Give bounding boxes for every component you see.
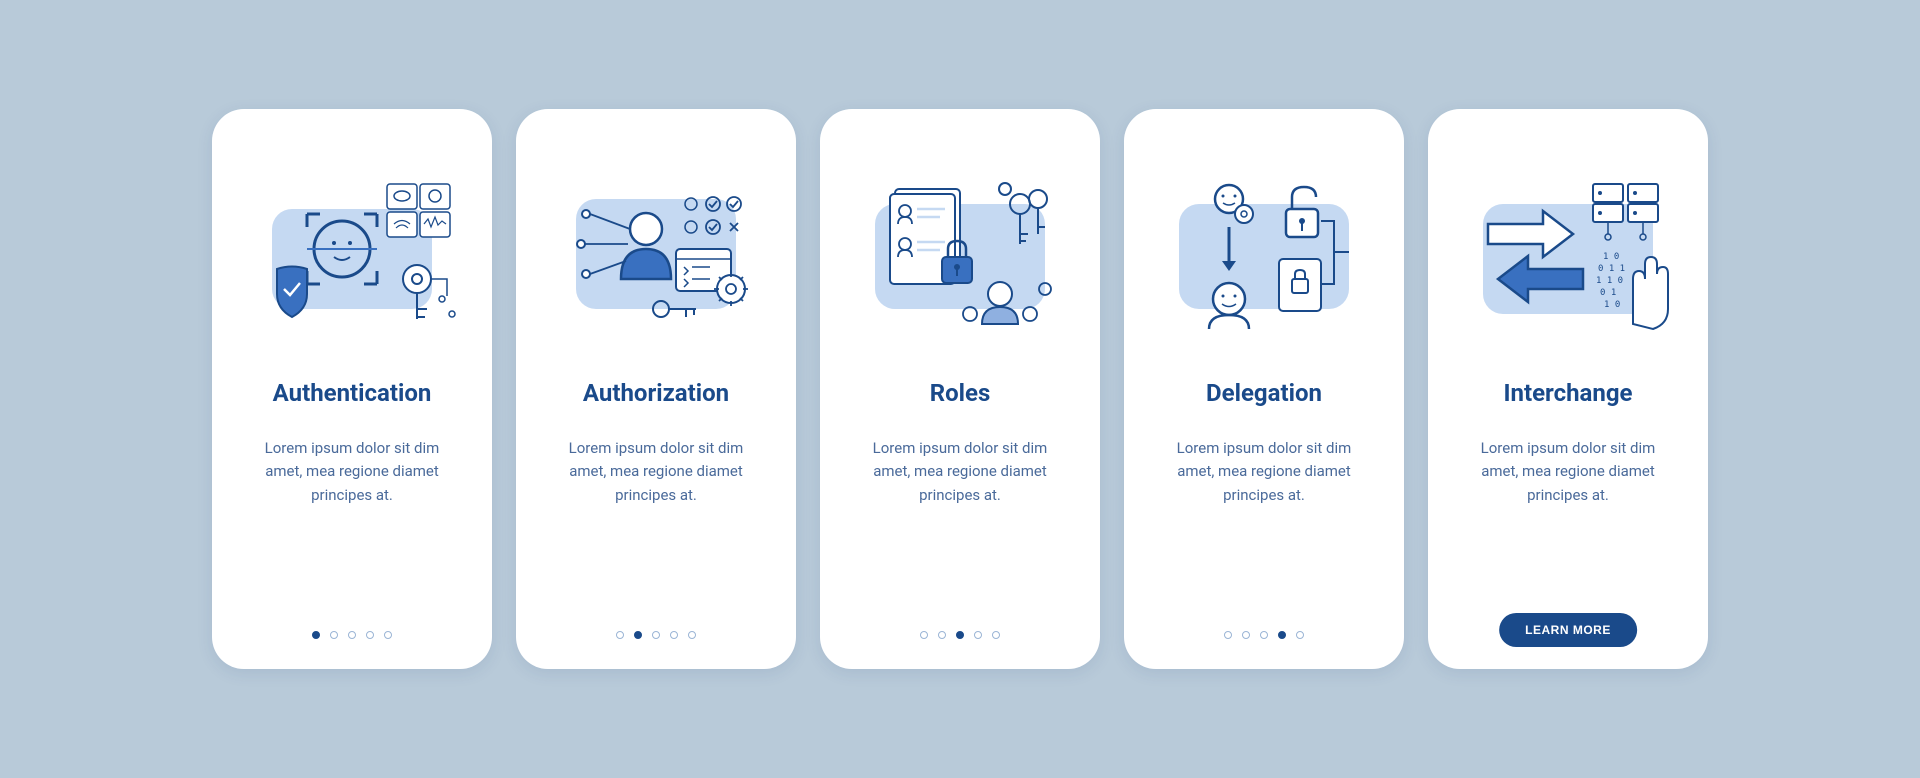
- pagination-dots: [312, 631, 392, 639]
- dot-4[interactable]: [670, 631, 678, 639]
- dot-4[interactable]: [974, 631, 982, 639]
- authentication-illustration: [242, 149, 462, 349]
- card-delegation: Delegation Lorem ipsum dolor sit dim ame…: [1124, 109, 1404, 669]
- card-title: Delegation: [1206, 379, 1322, 407]
- card-authentication: Authentication Lorem ipsum dolor sit dim…: [212, 109, 492, 669]
- onboarding-cards-row: Authentication Lorem ipsum dolor sit dim…: [212, 109, 1708, 669]
- svg-text:1 0: 1 0: [1604, 300, 1620, 310]
- dot-1[interactable]: [920, 631, 928, 639]
- svg-text:1 1 0: 1 1 0: [1596, 276, 1623, 286]
- card-title: Roles: [930, 379, 991, 407]
- dot-1[interactable]: [312, 631, 320, 639]
- dot-1[interactable]: [1224, 631, 1232, 639]
- card-roles: Roles Lorem ipsum dolor sit dim amet, me…: [820, 109, 1100, 669]
- card-body: Lorem ipsum dolor sit dim amet, mea regi…: [1159, 437, 1369, 507]
- dot-3[interactable]: [1260, 631, 1268, 639]
- card-title: Authorization: [583, 379, 729, 407]
- dot-3[interactable]: [348, 631, 356, 639]
- dot-5[interactable]: [1296, 631, 1304, 639]
- dot-5[interactable]: [384, 631, 392, 639]
- authorization-illustration: [546, 149, 766, 349]
- pagination-dots: [920, 631, 1000, 639]
- dot-5[interactable]: [688, 631, 696, 639]
- card-title: Authentication: [273, 379, 432, 407]
- card-authorization: Authorization Lorem ipsum dolor sit dim …: [516, 109, 796, 669]
- dot-3[interactable]: [652, 631, 660, 639]
- dot-2[interactable]: [634, 631, 642, 639]
- card-body: Lorem ipsum dolor sit dim amet, mea regi…: [247, 437, 457, 507]
- roles-illustration: [850, 149, 1070, 349]
- dot-2[interactable]: [1242, 631, 1250, 639]
- learn-more-button[interactable]: LEARN MORE: [1499, 613, 1637, 647]
- svg-text:0 1 1: 0 1 1: [1598, 264, 1625, 274]
- dot-2[interactable]: [938, 631, 946, 639]
- dot-3[interactable]: [956, 631, 964, 639]
- card-body: Lorem ipsum dolor sit dim amet, mea regi…: [855, 437, 1065, 507]
- svg-text:1 0: 1 0: [1603, 252, 1619, 262]
- card-body: Lorem ipsum dolor sit dim amet, mea regi…: [551, 437, 761, 507]
- pagination-dots: [616, 631, 696, 639]
- dot-5[interactable]: [992, 631, 1000, 639]
- card-body: Lorem ipsum dolor sit dim amet, mea regi…: [1463, 437, 1673, 507]
- interchange-illustration: 1 0 0 1 1 1 1 0 0 1 1 0: [1458, 149, 1678, 349]
- dot-4[interactable]: [366, 631, 374, 639]
- dot-4[interactable]: [1278, 631, 1286, 639]
- dot-1[interactable]: [616, 631, 624, 639]
- svg-text:0 1: 0 1: [1600, 288, 1616, 298]
- delegation-illustration: [1154, 149, 1374, 349]
- card-interchange: 1 0 0 1 1 1 1 0 0 1 1 0 Interchange Lore…: [1428, 109, 1708, 669]
- dot-2[interactable]: [330, 631, 338, 639]
- card-title: Interchange: [1503, 379, 1632, 407]
- pagination-dots: [1224, 631, 1304, 639]
